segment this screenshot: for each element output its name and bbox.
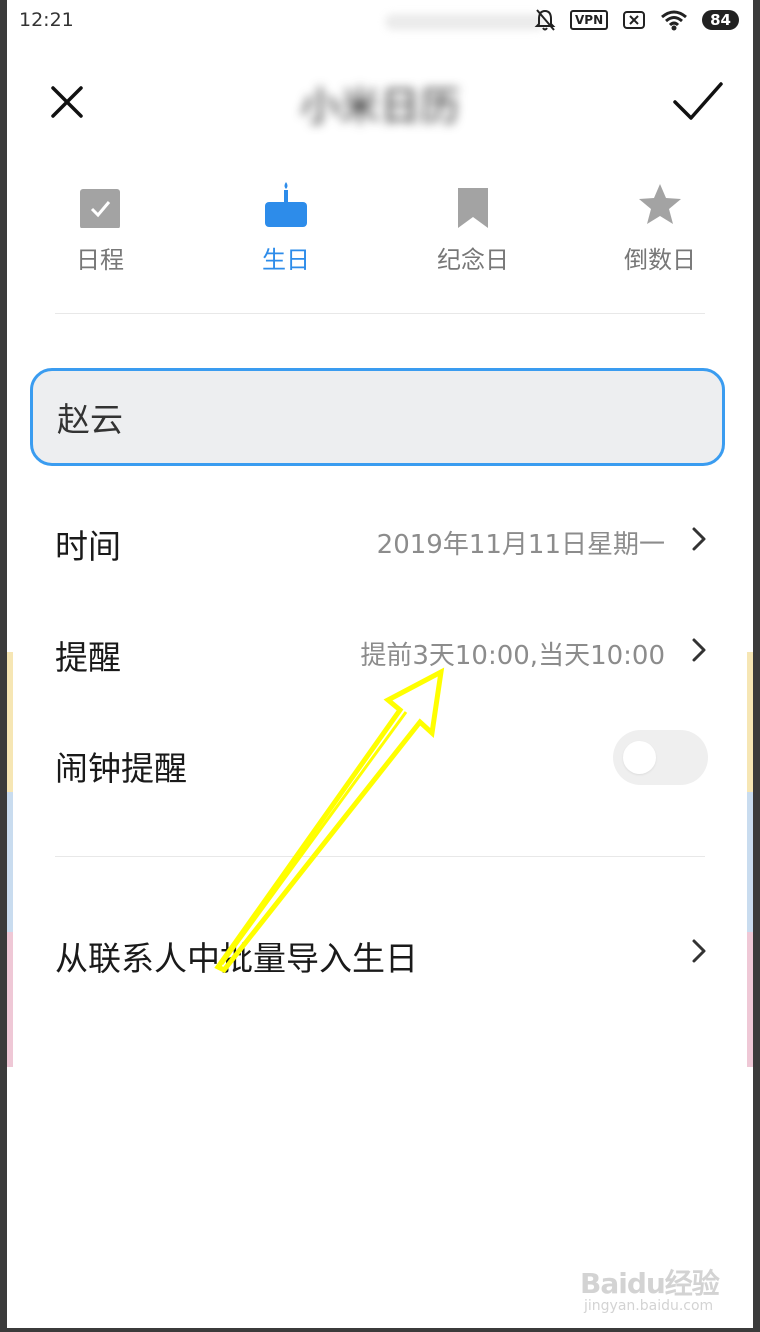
edge-stripe-blue-right: [747, 792, 753, 932]
wifi-icon: [661, 10, 688, 31]
bell-off-icon: [534, 9, 556, 31]
page-title: 小米日历: [300, 84, 460, 130]
vpn-icon: VPN: [570, 10, 609, 30]
sim-x-icon: [623, 11, 646, 29]
tab-label: 纪念日: [437, 246, 509, 274]
status-icons: VPN 84: [534, 8, 739, 32]
edge-stripe-blue: [7, 792, 13, 932]
time-row[interactable]: 时间 2019年11月11日星期一: [7, 500, 753, 580]
status-bar: 12:21 VPN 84: [7, 0, 753, 42]
time-value: 2019年11月11日星期一: [376, 530, 665, 560]
checkbox-icon: [80, 189, 120, 228]
watermark-logo: Baidu经验: [580, 1267, 720, 1300]
divider: [55, 856, 705, 857]
tab-label: 生日: [262, 246, 310, 274]
check-icon[interactable]: [669, 74, 727, 130]
chevron-right-icon: [692, 527, 706, 551]
tab-birthday[interactable]: 生日: [216, 180, 356, 275]
star-icon: [639, 184, 681, 224]
device-frame-bottom: [0, 1328, 760, 1332]
divider: [55, 313, 705, 314]
import-contacts-row[interactable]: 从联系人中批量导入生日: [7, 912, 753, 992]
device-frame-left: [0, 0, 7, 1332]
status-time: 12:21: [19, 9, 74, 31]
reminder-label: 提醒: [55, 638, 121, 677]
alarm-toggle[interactable]: [613, 730, 708, 785]
device-frame-right: [753, 0, 760, 1332]
tab-countdown[interactable]: 倒数日: [590, 180, 730, 275]
header: 小米日历: [7, 62, 753, 142]
reminder-row[interactable]: 提醒 提前3天10:00,当天10:00: [7, 611, 753, 691]
reminder-value: 提前3天10:00,当天10:00: [360, 641, 665, 671]
tab-anniversary[interactable]: 纪念日: [403, 180, 543, 275]
chevron-right-icon: [692, 638, 706, 662]
event-type-tabs: 日程 生日 纪念日 倒数日: [7, 180, 753, 280]
tab-schedule[interactable]: 日程: [30, 180, 170, 275]
alarm-reminder-label: 闹钟提醒: [55, 749, 187, 788]
bookmark-icon: [458, 188, 488, 228]
watermark: Baidu经验 jingyan.baidu.com: [578, 1252, 728, 1322]
tab-label: 倒数日: [624, 246, 696, 274]
tab-label: 日程: [76, 246, 124, 274]
name-input[interactable]: 赵云: [30, 368, 725, 466]
alarm-reminder-row: 闹钟提醒: [7, 722, 753, 802]
cake-icon: [265, 182, 307, 227]
status-notification-blur: [385, 14, 545, 30]
watermark-url: jingyan.baidu.com: [584, 1298, 714, 1314]
import-contacts-label: 从联系人中批量导入生日: [55, 939, 418, 978]
chevron-right-icon: [692, 939, 706, 963]
battery-icon: 84: [702, 10, 739, 30]
time-label: 时间: [55, 527, 121, 566]
toggle-knob: [623, 741, 656, 774]
